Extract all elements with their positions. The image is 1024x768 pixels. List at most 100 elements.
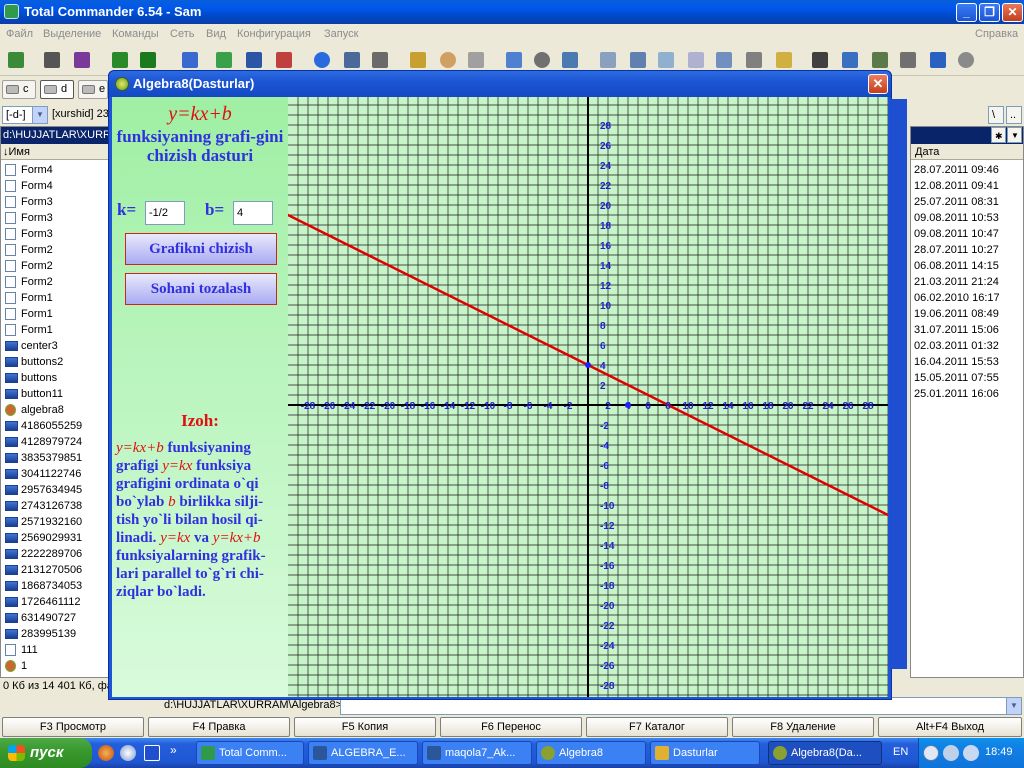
task-algebra-doc[interactable]: ALGEBRA_E... [308,741,418,765]
restore-button[interactable]: ❐ [979,3,1000,22]
monitor-icon[interactable] [716,52,732,68]
archive-icon[interactable] [140,52,156,68]
root-button[interactable]: \ [988,106,1004,124]
file-row[interactable]: buttons [3,370,109,386]
f5-copy-button[interactable]: F5 Копия [294,717,436,737]
dialog-close-button[interactable]: ✕ [868,74,888,94]
printer-icon[interactable] [746,52,762,68]
config-icon[interactable] [930,52,946,68]
f6-move-button[interactable]: F6 Перенос [440,717,582,737]
menu-select[interactable]: Выделение [43,24,101,44]
tray-network-icon[interactable] [943,745,959,761]
draw-graph-button[interactable]: Grafikni chizish [125,233,277,265]
b-input[interactable]: 4 [233,201,273,225]
task-maqola-doc[interactable]: maqola7_Ak... [422,741,532,765]
right-file-panel[interactable]: ✱ ▼ Дата 28.07.2011 09:46 12.08.2011 09:4… [910,126,1024,678]
left-file-panel[interactable]: d:\HUJJATLAR\XURRA ↓Имя Form4 Form4 Form3 F… [0,126,110,678]
file-row[interactable]: 1726461112 [3,594,109,610]
file-row[interactable]: button11 [3,386,109,402]
disk-icon[interactable] [688,52,704,68]
browser-quicklaunch-icon[interactable] [98,745,114,761]
window-icon[interactable] [600,52,616,68]
dialog-title-bar[interactable]: Algebra8(Dasturlar) [109,71,891,97]
menu-start[interactable]: Запуск [324,24,358,44]
file-row[interactable]: 4186055259 [3,418,109,434]
file-row[interactable]: 3835379851 [3,450,109,466]
f3-view-button[interactable]: F3 Просмотр [2,717,144,737]
star-icon[interactable] [506,52,522,68]
file-row[interactable]: 3041122746 [3,466,109,482]
window-title-bar[interactable]: Total Commander 6.54 - Sam _ ❐ ✕ [0,0,1024,24]
close-button[interactable]: ✕ [1002,3,1023,22]
task-dasturlar[interactable]: Dasturlar [650,741,760,765]
console-icon[interactable] [630,52,646,68]
file-row[interactable]: 2743126738 [3,498,109,514]
file-row[interactable]: 1 [3,658,109,674]
compare-icon[interactable] [276,52,292,68]
menu-view[interactable]: Вид [206,24,226,44]
minimize-button[interactable]: _ [956,3,977,22]
file-row[interactable]: Form4 [3,162,109,178]
save-quicklaunch-icon[interactable] [144,745,160,761]
file-row[interactable]: 4128979724 [3,434,109,450]
left-path-bar[interactable]: d:\HUJJATLAR\XURRA [1,127,109,144]
file-row[interactable]: Form2 [3,274,109,290]
f4-edit-button[interactable]: F4 Правка [148,717,290,737]
menu-file[interactable]: Файл [6,24,33,44]
view-brief-icon[interactable] [44,52,60,68]
file-row[interactable]: 2131270506 [3,562,109,578]
k-input[interactable]: -1/2 [145,201,185,225]
filter-button[interactable]: ✱ [991,127,1006,143]
file-row[interactable]: Form3 [3,210,109,226]
up-button[interactable]: .. [1006,106,1022,124]
refresh-icon[interactable] [8,52,24,68]
clock-icon[interactable] [812,52,828,68]
drive-combo[interactable]: [-d-] ▼ [2,106,48,124]
calculator-icon[interactable] [372,52,388,68]
pack-icon[interactable] [182,52,198,68]
eraser-icon[interactable] [468,52,484,68]
tray-back-icon[interactable] [923,745,939,761]
file-row[interactable]: Form3 [3,194,109,210]
tree-icon[interactable] [112,52,128,68]
drive-d-button[interactable]: d [40,80,74,99]
task-algebra8-dasturlar[interactable]: Algebra8(Da... [768,741,882,765]
language-indicator[interactable]: EN [893,746,908,758]
task-total-commander[interactable]: Total Comm... [196,741,304,765]
browser-icon[interactable] [314,52,330,68]
gear-icon[interactable] [958,52,974,68]
menu-help[interactable]: Справка [975,24,1018,44]
file-row[interactable]: 1868734053 [3,578,109,594]
f8-delete-button[interactable]: F8 Удаление [732,717,874,737]
history-dropdown[interactable]: ▼ [1007,127,1022,143]
file-row[interactable]: Form1 [3,306,109,322]
explorer-icon[interactable] [658,52,674,68]
file-row[interactable]: 2571932160 [3,514,109,530]
media-player-icon[interactable] [120,745,136,761]
copy-icon[interactable] [842,52,858,68]
search-icon[interactable] [534,52,550,68]
file-row[interactable]: Form2 [3,242,109,258]
file-row[interactable]: 2569029931 [3,530,109,546]
registry-icon[interactable] [872,52,888,68]
menu-net[interactable]: Сеть [170,24,194,44]
speaker-icon[interactable] [900,52,916,68]
file-row[interactable]: 2957634945 [3,482,109,498]
notepad-icon[interactable] [410,52,426,68]
network-icon[interactable] [344,52,360,68]
alt-f4-exit-button[interactable]: Alt+F4 Выход [878,717,1022,737]
file-row[interactable]: Form2 [3,258,109,274]
clear-area-button[interactable]: Sohani tozalash [125,273,277,305]
menu-config[interactable]: Конфигурация [237,24,311,44]
file-row[interactable]: 631490727 [3,610,109,626]
sync-icon[interactable] [562,52,578,68]
start-button[interactable]: пуск [0,738,92,768]
file-row[interactable]: Form1 [3,290,109,306]
view-full-icon[interactable] [74,52,90,68]
unpack-icon[interactable] [216,52,232,68]
file-row[interactable]: 111 [3,642,109,658]
file-row[interactable]: buttons2 [3,354,109,370]
drive-c-button[interactable]: c [2,80,36,99]
folder-icon[interactable] [776,52,792,68]
file-row[interactable]: 2222289706 [3,546,109,562]
